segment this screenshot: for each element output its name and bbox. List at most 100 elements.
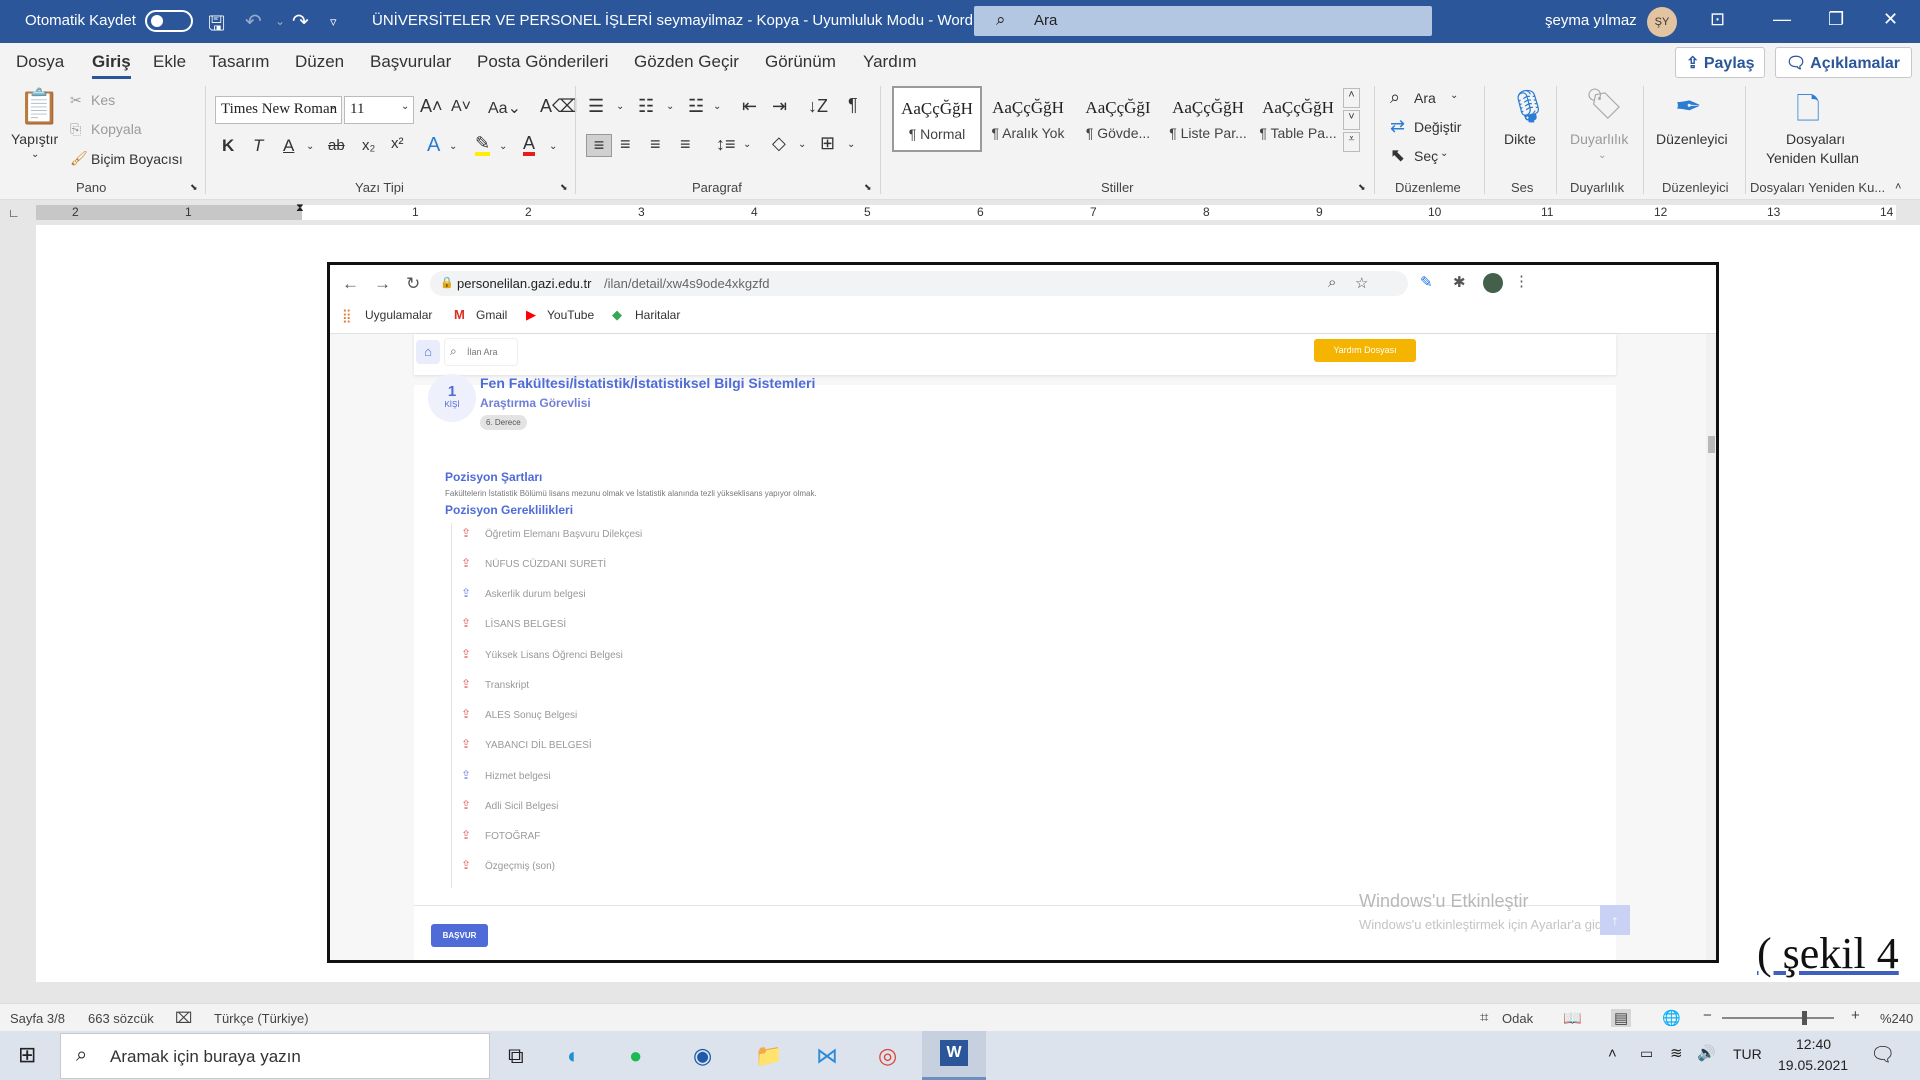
clipboard-launcher-icon[interactable]: ⬊ (190, 182, 198, 193)
paste-dropdown-icon[interactable]: ⌄ (31, 149, 39, 160)
change-case-icon[interactable]: Aa⌄ (488, 98, 521, 118)
find-icon[interactable]: ⌕ (1390, 87, 1400, 108)
style-body[interactable]: AaÇçĞğI ¶ Gövde... (1073, 86, 1163, 152)
web-layout-icon[interactable]: 🌐 (1662, 1009, 1681, 1027)
grow-font-icon[interactable]: A˄ (420, 96, 443, 117)
editor-label[interactable]: Düzenleyici (1656, 131, 1728, 147)
redo-icon[interactable]: ↷ (292, 9, 309, 34)
sort-icon[interactable]: ↓Z (808, 96, 828, 117)
indent-marker-icon[interactable]: ⧗ (296, 202, 304, 215)
notifications-icon[interactable]: 🗨 (1870, 1042, 1895, 1067)
zoom-slider[interactable] (1722, 1017, 1834, 1019)
taskbar-search[interactable]: ⌕ Aramak için buraya yazın (60, 1033, 490, 1079)
word-count[interactable]: 663 sözcük (88, 1011, 154, 1026)
select-label[interactable]: Seç (1414, 148, 1438, 164)
style-normal[interactable]: AaÇçĞğH ¶ Normal (892, 86, 982, 152)
figure-caption[interactable]: ( şekil 4 (1757, 928, 1899, 979)
zoom-level[interactable]: %240 (1880, 1011, 1913, 1026)
font-name-dropdown-icon[interactable]: ⌄ (329, 101, 337, 112)
styles-scroll-up-icon[interactable]: ˄ (1343, 88, 1360, 108)
align-right-icon[interactable]: ≡ (650, 134, 661, 155)
style-list-paragraph[interactable]: AaÇçĞğH ¶ Liste Par... (1163, 86, 1253, 152)
file-explorer-icon[interactable]: 📁 (755, 1043, 782, 1069)
styles-scroll-down-icon[interactable]: ˅ (1343, 110, 1360, 130)
zoom-out-icon[interactable]: − (1703, 1007, 1712, 1024)
font-launcher-icon[interactable]: ⬊ (560, 182, 568, 193)
read-mode-icon[interactable]: 📖 (1563, 1009, 1582, 1027)
tab-file[interactable]: Dosya (16, 52, 64, 72)
numbering-icon[interactable]: ☷ (638, 96, 654, 117)
zoom-in-icon[interactable]: + (1851, 1007, 1860, 1024)
edge-icon[interactable]: ◐ (567, 1043, 580, 1069)
strikethrough-icon[interactable]: ab (328, 137, 345, 154)
embedded-browser-screenshot[interactable]: ← → ↻ 🔒 personelilan.gazi.edu.tr /ilan/d… (327, 262, 1719, 963)
language[interactable]: Türkçe (Türkiye) (214, 1011, 309, 1026)
borders-dropdown-icon[interactable]: ⌄ (847, 139, 855, 150)
text-effects-icon[interactable]: A (427, 134, 440, 157)
style-table-paragraph[interactable]: AaÇçĞğH ¶ Table Pa... (1253, 86, 1343, 152)
bullets-dropdown-icon[interactable]: ⌄ (616, 101, 624, 112)
increase-indent-icon[interactable]: ⇥ (772, 96, 787, 117)
line-spacing-dropdown-icon[interactable]: ⌄ (743, 139, 751, 150)
sensitivity-dropdown-icon[interactable]: ⌄ (1598, 150, 1606, 161)
replace-icon[interactable]: ⇄ (1390, 116, 1405, 137)
user-name[interactable]: şeyma yılmaz (1545, 12, 1637, 29)
tab-layout[interactable]: Düzen (295, 52, 344, 72)
tab-help[interactable]: Yardım (863, 52, 917, 72)
vscode-icon[interactable]: ⋈ (816, 1043, 838, 1069)
highlight-icon[interactable]: ✎ (475, 134, 491, 156)
styles-launcher-icon[interactable]: ⬊ (1358, 182, 1366, 193)
spotify-icon[interactable]: ● (629, 1043, 642, 1069)
paste-icon[interactable]: 📋 (18, 87, 60, 127)
tray-expand-icon[interactable]: ˄ (1608, 1045, 1617, 1062)
restore-icon[interactable]: ❐ (1828, 9, 1844, 30)
tab-mailings[interactable]: Posta Gönderileri (477, 52, 608, 72)
subscript-icon[interactable]: x₂ (362, 137, 375, 154)
underline-dropdown-icon[interactable]: ⌄ (306, 141, 314, 152)
customize-quick-access-icon[interactable]: ▿ (330, 14, 337, 30)
superscript-icon[interactable]: x² (391, 135, 404, 152)
reuse-files-label-1[interactable]: Dosyaları (1786, 131, 1845, 147)
page-count[interactable]: Sayfa 3/8 (10, 1011, 65, 1026)
find-dropdown-icon[interactable]: ⌄ (1450, 90, 1458, 101)
font-color-icon[interactable]: A (523, 134, 536, 156)
tab-stop-selector-icon[interactable]: ∟ (8, 206, 20, 220)
print-layout-icon[interactable]: ▤ (1611, 1009, 1632, 1027)
close-icon[interactable]: ✕ (1883, 9, 1898, 30)
collapse-ribbon-icon[interactable]: ˄ (1895, 181, 1901, 193)
editor-icon[interactable]: ✒ (1675, 87, 1702, 125)
input-language[interactable]: TUR (1733, 1046, 1762, 1062)
shading-icon[interactable]: ◇ (772, 133, 786, 154)
tab-insert[interactable]: Ekle (153, 52, 186, 72)
ribbon-display-icon[interactable]: ⊡ (1710, 9, 1725, 30)
clock-time[interactable]: 12:40 (1796, 1036, 1831, 1052)
task-view-icon[interactable]: ⧉ (508, 1043, 524, 1069)
focus-icon[interactable]: ⌗ (1480, 1009, 1488, 1026)
clock-date[interactable]: 19.05.2021 (1778, 1057, 1848, 1073)
share-button[interactable]: ⇪ Paylaş (1675, 47, 1765, 78)
undo-icon[interactable]: ↶ (245, 9, 262, 34)
cut-icon[interactable]: ✂ (70, 92, 82, 109)
clear-formatting-icon[interactable]: A⌫ (540, 96, 577, 117)
copy-label[interactable]: Kopyala (91, 121, 142, 137)
minimize-icon[interactable]: — (1773, 9, 1791, 30)
app-icon[interactable]: ◉ (693, 1043, 712, 1069)
justify-icon[interactable]: ≡ (680, 134, 691, 155)
volume-icon[interactable]: 🔊 (1697, 1044, 1716, 1062)
multilevel-dropdown-icon[interactable]: ⌄ (713, 101, 721, 112)
replace-label[interactable]: Değiştir (1414, 119, 1461, 135)
italic-icon[interactable]: T (253, 136, 263, 156)
chrome-icon[interactable]: ◎ (878, 1043, 897, 1069)
tab-view[interactable]: Görünüm (765, 52, 836, 72)
battery-icon[interactable]: ▭ (1640, 1045, 1653, 1062)
sensitivity-label[interactable]: Duyarlılık (1570, 131, 1628, 147)
microphone-icon[interactable]: 🎙 (1508, 87, 1549, 125)
underline-icon[interactable]: A (283, 136, 294, 156)
highlight-dropdown-icon[interactable]: ⌄ (499, 141, 507, 152)
tab-home[interactable]: Giriş (92, 52, 131, 79)
show-formatting-icon[interactable]: ¶ (848, 95, 858, 116)
tab-design[interactable]: Tasarım (209, 52, 269, 72)
reuse-files-label-2[interactable]: Yeniden Kullan (1766, 150, 1859, 166)
find-label[interactable]: Ara (1414, 90, 1436, 106)
multilevel-list-icon[interactable]: ☳ (688, 96, 704, 117)
